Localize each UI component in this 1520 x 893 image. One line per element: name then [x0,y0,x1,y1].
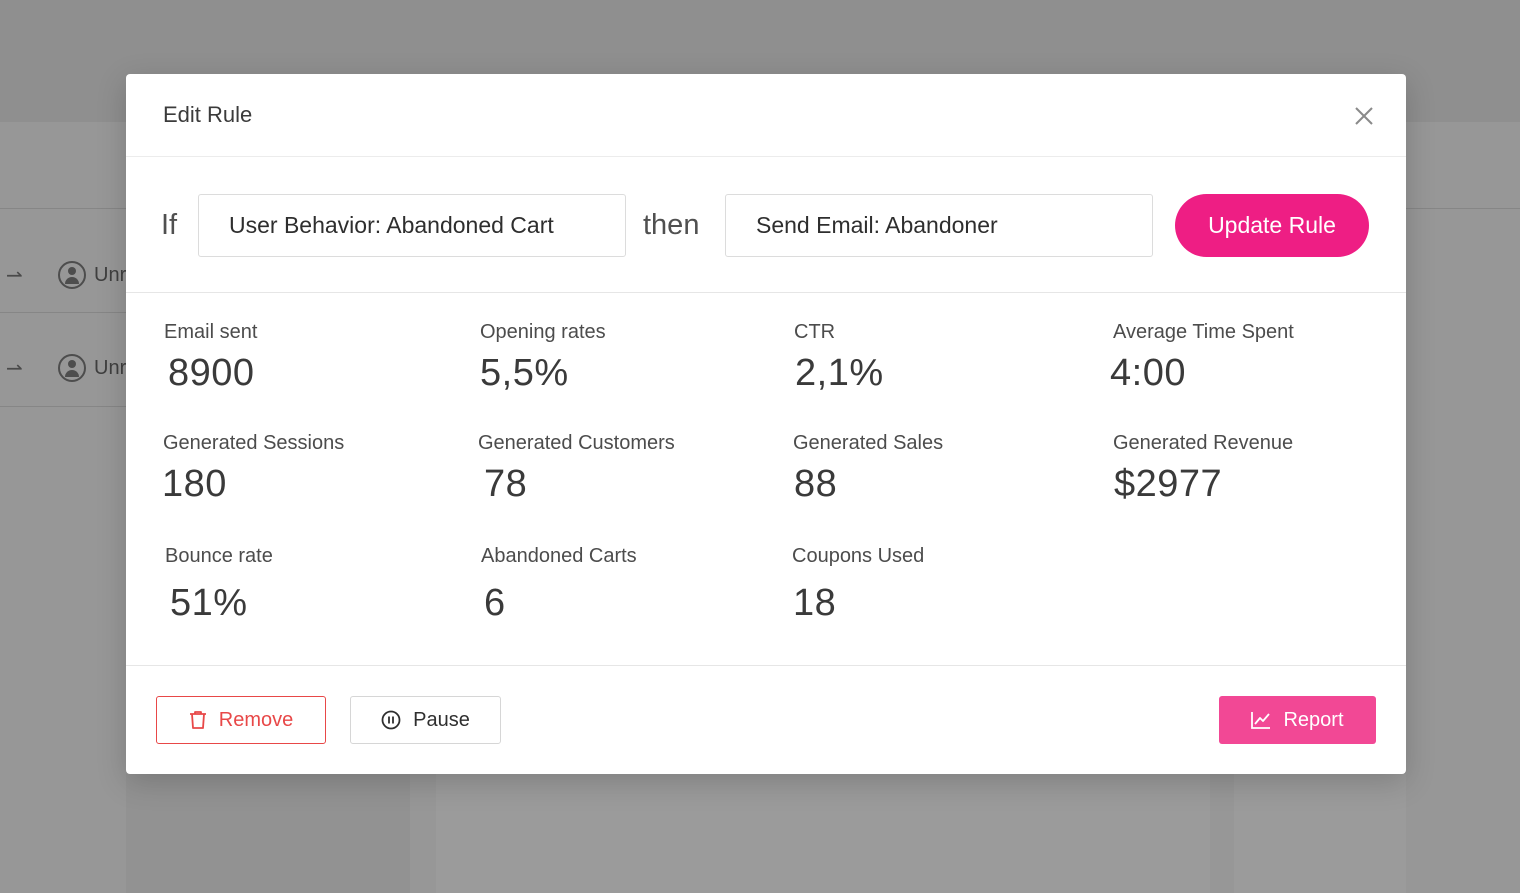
pause-button[interactable]: Pause [350,696,501,744]
stat-label: Email sent [164,321,258,343]
pause-circle-icon [381,710,401,730]
stat-value: 88 [794,463,838,505]
stat-generated-customers: Generated Customers 78 [478,432,675,506]
background-item-label: Unr [94,263,127,286]
stat-label: Opening rates [480,321,606,343]
stat-label: Abandoned Carts [481,545,637,567]
stat-opening-rates: Opening rates 5,5% [480,321,606,395]
arrow-icon: ⇀ [6,356,23,380]
stat-label: Generated Sessions [163,432,345,454]
condition-field[interactable]: User Behavior: Abandoned Cart [198,194,626,257]
trash-icon [189,711,206,729]
stat-average-time-spent: Average Time Spent 4:00 [1110,321,1294,395]
background-list-item: ⇀ Unr [0,348,126,388]
background-divider [0,312,126,313]
stat-value: 18 [793,582,837,624]
update-rule-button[interactable]: Update Rule [1175,194,1369,257]
stat-email-sent: Email sent 8900 [164,321,257,395]
action-field[interactable]: Send Email: Abandoner [725,194,1153,257]
stat-generated-sessions: Generated Sessions 180 [162,432,345,506]
stat-coupons-used: Coupons Used 18 [792,545,924,625]
stat-label: Average Time Spent [1113,321,1294,343]
stat-value: 78 [484,463,528,505]
line-chart-icon [1251,712,1271,729]
pause-label: Pause [413,708,470,731]
close-button[interactable] [1354,106,1374,126]
stat-generated-sales: Generated Sales 88 [793,432,943,506]
then-label: then [643,209,700,241]
modal-header: Edit Rule [126,74,1406,157]
stat-label: Generated Customers [478,432,675,454]
arrow-icon: ⇀ [6,263,23,287]
stat-label: Coupons Used [792,545,925,567]
stat-ctr: CTR 2,1% [794,321,884,395]
stat-value: 180 [162,463,227,505]
background-panel [126,774,410,893]
stat-label: Generated Sales [793,432,944,454]
user-sync-icon [58,354,86,382]
footer-divider [126,665,1406,666]
background-item-label: Unr [94,356,127,379]
stat-value: 2,1% [795,352,884,394]
stat-value: 8900 [168,352,255,394]
stat-value: $2977 [1114,463,1223,505]
modal-title: Edit Rule [163,102,253,127]
stat-abandoned-carts: Abandoned Carts 6 [481,545,637,625]
background-panel [1234,774,1406,893]
stat-value: 4:00 [1110,352,1186,394]
background-divider [0,406,126,407]
report-button[interactable]: Report [1219,696,1376,744]
stat-generated-revenue: Generated Revenue $2977 [1113,432,1293,506]
stat-label: Bounce rate [165,545,273,567]
report-label: Report [1283,708,1344,731]
user-sync-icon [58,261,86,289]
stat-label: CTR [794,321,836,343]
edit-rule-modal: Edit Rule If User Behavior: Abandoned Ca… [126,74,1406,774]
stat-value: 51% [170,582,248,624]
background-panel [436,774,1210,893]
remove-button[interactable]: Remove [156,696,326,744]
stat-bounce-rate: Bounce rate 51% [165,545,273,625]
stat-label: Generated Revenue [1113,432,1294,454]
if-label: If [161,209,178,241]
remove-label: Remove [218,708,294,731]
close-icon [1355,107,1373,125]
background-list-item: ⇀ Unr [0,255,126,295]
stat-value: 6 [484,582,506,624]
stat-value: 5,5% [480,352,569,394]
